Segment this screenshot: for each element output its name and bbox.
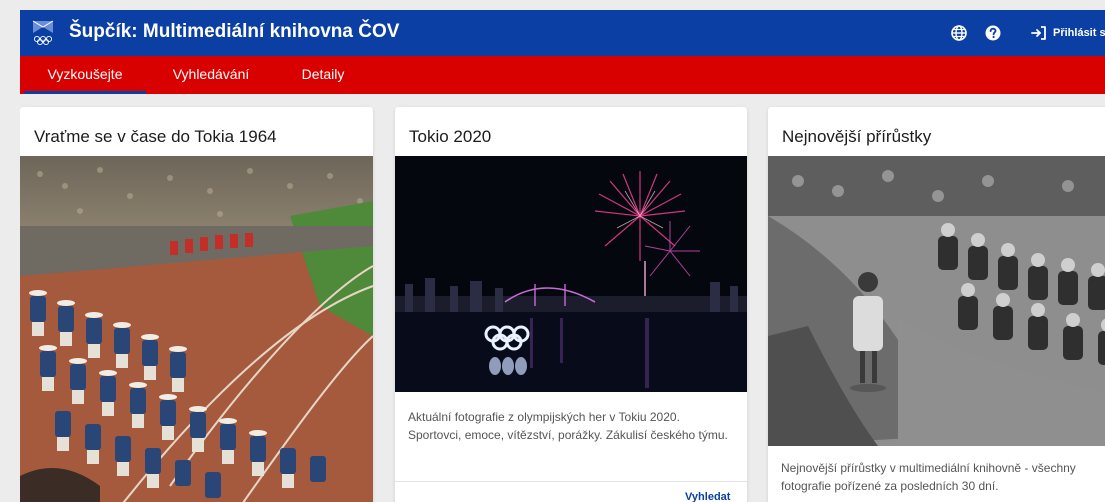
search-link[interactable]: Vyhledat	[685, 491, 730, 502]
card-tokyo-2020[interactable]: Tokio 2020 Aktuální fotografie z olympij…	[395, 107, 747, 502]
tab-detaily[interactable]: Detaily	[282, 56, 364, 94]
top-header: Šupčík: Multimediální knihovna ČOV Přihl…	[20, 10, 1105, 56]
tab-vyhledavani[interactable]: Vyhledávání	[150, 56, 272, 94]
tab-vyzkousejte[interactable]: Vyzkoušejte	[24, 56, 146, 94]
card-divider	[395, 481, 747, 482]
card-title: Nejnovější přírůstky	[782, 127, 932, 146]
login-label: Přihlásit se	[1053, 27, 1105, 39]
photo-newest-additions[interactable]	[768, 156, 1105, 446]
card-newest-additions[interactable]: Nejnovější přírůstky Nejnovější přírůstk…	[768, 107, 1105, 502]
cov-logo-icon[interactable]	[32, 20, 54, 46]
app-title: Šupčík: Multimediální knihovna ČOV	[69, 21, 400, 42]
card-description: Nejnovější přírůstky v multimediální kni…	[781, 461, 1076, 493]
card-description: Aktuální fotografie z olympijských her v…	[408, 410, 728, 442]
tab-bar: Vyzkoušejte Vyhledávání Detaily	[20, 56, 1105, 94]
login-icon	[1031, 26, 1046, 40]
help-icon[interactable]	[985, 25, 1001, 41]
card-title: Tokio 2020	[409, 127, 492, 146]
card-title: Vraťme se v čase do Tokia 1964	[34, 127, 277, 146]
app-window: Šupčík: Multimediální knihovna ČOV Přihl…	[20, 10, 1105, 502]
photo-tokyo-1964-parade[interactable]	[20, 156, 373, 502]
photo-tokyo-2020-fireworks[interactable]	[395, 156, 747, 392]
globe-icon[interactable]	[951, 25, 967, 41]
card-tokyo-1964[interactable]: Vraťme se v čase do Tokia 1964	[20, 107, 373, 502]
